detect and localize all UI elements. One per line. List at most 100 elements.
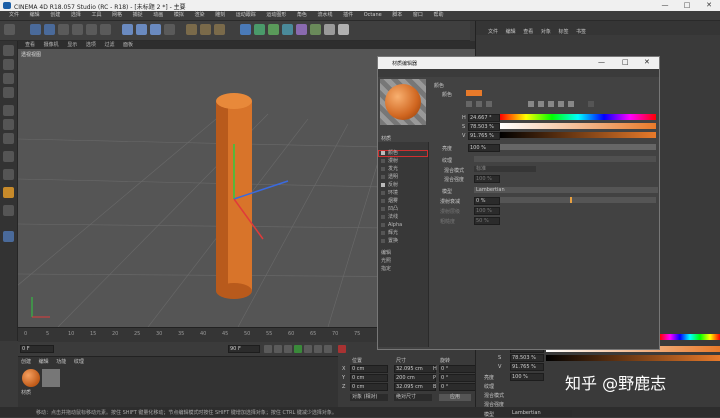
- menu-item[interactable]: 运动跟踪: [236, 11, 256, 20]
- channel-luminance[interactable]: 发光: [381, 166, 426, 173]
- v-field[interactable]: [510, 363, 544, 371]
- size-z-field[interactable]: [394, 383, 436, 391]
- channel-checkbox[interactable]: [381, 190, 385, 195]
- channel-bump[interactable]: 凹凸: [381, 206, 426, 213]
- menu-item[interactable]: 运动图形: [266, 11, 286, 20]
- channel-diffusion[interactable]: 漫射: [381, 158, 426, 165]
- value-slider[interactable]: [546, 355, 720, 361]
- channel-fog[interactable]: 烟雾: [381, 198, 426, 205]
- menu-item[interactable]: 雕刻: [215, 11, 225, 20]
- brightness-field[interactable]: [510, 373, 544, 381]
- viewport-menu-item[interactable]: 面板: [123, 42, 133, 48]
- channel-checkbox[interactable]: [381, 182, 385, 187]
- menu-item[interactable]: 窗口: [413, 11, 423, 20]
- camera-icon[interactable]: [324, 24, 335, 35]
- slider-handle[interactable]: [570, 197, 572, 203]
- channel-normal[interactable]: 法线: [381, 214, 426, 221]
- menu-item[interactable]: Octane: [364, 11, 382, 20]
- model-mode-icon[interactable]: [3, 59, 14, 70]
- tab-edit[interactable]: 编辑: [506, 29, 516, 35]
- channel-checkbox[interactable]: [381, 174, 385, 179]
- next-frame-icon[interactable]: [304, 345, 312, 353]
- end-frame-field[interactable]: [228, 345, 260, 353]
- channel-checkbox[interactable]: [381, 150, 385, 155]
- size-x-field[interactable]: [394, 365, 436, 373]
- hue-slider[interactable]: [500, 114, 656, 120]
- material-preview[interactable]: [380, 79, 426, 125]
- recent-tool-icon[interactable]: [86, 24, 97, 35]
- material-menu-item[interactable]: 编辑: [39, 359, 49, 365]
- viewport-menu-item[interactable]: 摄像机: [44, 42, 59, 48]
- channel-glow[interactable]: 辉光: [381, 230, 426, 237]
- render-region-icon[interactable]: [200, 24, 211, 35]
- material-menu-item[interactable]: 功能: [56, 359, 66, 365]
- mixer-mode-icon[interactable]: [558, 101, 564, 107]
- edges-mode-icon[interactable]: [3, 119, 14, 130]
- texture-slot[interactable]: [474, 156, 656, 162]
- eyedropper-icon[interactable]: [588, 101, 594, 107]
- size-mode-dropdown[interactable]: 绝对尺寸: [394, 394, 432, 401]
- y-axis-icon[interactable]: [136, 24, 147, 35]
- channel-checkbox[interactable]: [381, 198, 385, 203]
- channel-editor[interactable]: 编辑: [381, 250, 426, 257]
- undo-icon[interactable]: [4, 24, 15, 35]
- layout-icon[interactable]: [3, 231, 14, 242]
- blend-strength-field[interactable]: [474, 175, 500, 183]
- viewport-menu-item[interactable]: 查看: [25, 42, 35, 48]
- dialog-s-field[interactable]: [468, 123, 500, 131]
- material-thumbnail[interactable]: [22, 369, 40, 387]
- live-selection-icon[interactable]: [30, 24, 41, 35]
- z-axis-icon[interactable]: [150, 24, 161, 35]
- pos-y-field[interactable]: [350, 374, 388, 382]
- dialog-h-field[interactable]: [468, 114, 500, 122]
- previous-key-icon[interactable]: [274, 345, 282, 353]
- menu-item[interactable]: 创建: [50, 11, 60, 20]
- channel-illumination[interactable]: 光照: [381, 258, 426, 265]
- channel-environment[interactable]: 环境: [381, 190, 426, 197]
- go-to-start-icon[interactable]: [264, 345, 272, 353]
- diffuse-falloff-field[interactable]: [474, 197, 500, 205]
- rot-b-field[interactable]: [439, 383, 477, 391]
- coord-mode-dropdown[interactable]: 对象 (相对): [350, 394, 388, 401]
- material-thumbnail-2[interactable]: [42, 369, 60, 387]
- channel-checkbox[interactable]: [381, 166, 385, 171]
- cube-icon[interactable]: [240, 24, 251, 35]
- hsv-mode-icon[interactable]: [538, 101, 544, 107]
- channel-checkbox[interactable]: [381, 214, 385, 219]
- channel-color[interactable]: 颜色: [381, 150, 426, 157]
- blend-mode-dropdown[interactable]: 标准: [474, 166, 536, 172]
- value-slider[interactable]: [500, 132, 656, 138]
- tab-tags[interactable]: 标签: [558, 29, 568, 35]
- image-picker-icon[interactable]: [486, 101, 492, 107]
- channel-checkbox[interactable]: [381, 238, 385, 243]
- channel-checkbox[interactable]: [381, 230, 385, 235]
- viewport-menu-item[interactable]: 选项: [86, 42, 96, 48]
- timeline-ruler[interactable]: 0 5 10 15 20 25 30 35 40 45 50 55 60 65 …: [18, 327, 378, 342]
- material-menu-item[interactable]: 纹理: [74, 359, 84, 365]
- menu-item[interactable]: 渲染: [194, 11, 204, 20]
- roughness-field[interactable]: [474, 217, 500, 225]
- pos-x-field[interactable]: [350, 365, 388, 373]
- subdivision-icon[interactable]: [268, 24, 279, 35]
- menu-item[interactable]: 帮助: [434, 11, 444, 20]
- scale-icon[interactable]: [58, 24, 69, 35]
- move-icon[interactable]: [44, 24, 55, 35]
- close-button[interactable]: ✕: [698, 0, 720, 11]
- apply-button[interactable]: 应用: [439, 394, 471, 401]
- diffuse-falloff-slider[interactable]: [500, 197, 656, 203]
- menu-item[interactable]: 模拟: [174, 11, 184, 20]
- color-swatch[interactable]: [466, 90, 482, 96]
- light-icon[interactable]: [338, 24, 349, 35]
- size-y-field[interactable]: [394, 374, 436, 382]
- kelvin-mode-icon[interactable]: [548, 101, 554, 107]
- make-editable-icon[interactable]: [3, 45, 14, 56]
- channel-transparency[interactable]: 透明: [381, 174, 426, 181]
- maximize-button[interactable]: □: [676, 0, 698, 11]
- menu-item[interactable]: 工具: [91, 11, 101, 20]
- go-to-end-icon[interactable]: [324, 345, 332, 353]
- menu-item[interactable]: 网格: [112, 11, 122, 20]
- minimize-button[interactable]: —: [654, 0, 676, 11]
- dialog-minimize-button[interactable]: —: [598, 58, 605, 66]
- material-menu-item[interactable]: 创建: [21, 359, 31, 365]
- add-icon[interactable]: [100, 24, 111, 35]
